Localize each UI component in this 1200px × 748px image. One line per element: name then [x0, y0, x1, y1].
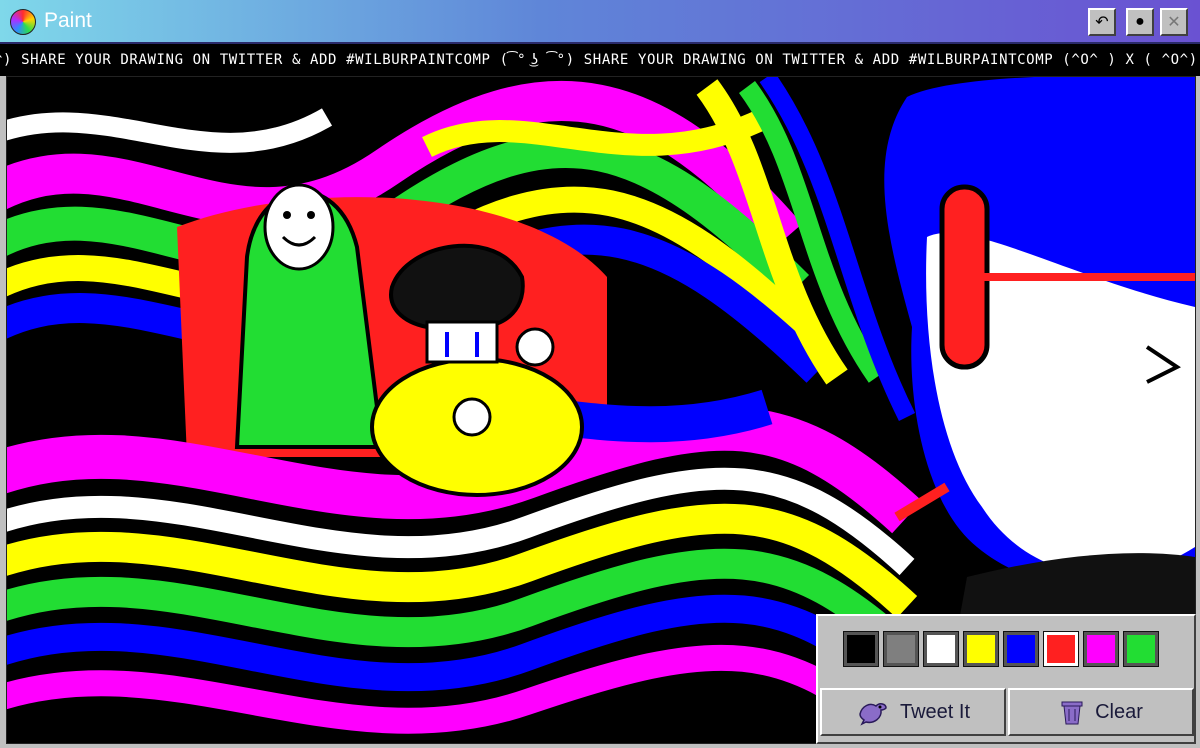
color-swatch-row: [843, 631, 1159, 667]
swatch-white[interactable]: [923, 631, 959, 667]
close-button[interactable]: ✕: [1160, 8, 1188, 36]
window-title: Paint: [44, 9, 92, 32]
swatch-blue[interactable]: [1003, 631, 1039, 667]
color-wheel-icon: [10, 9, 36, 35]
close-icon: ✕: [1167, 14, 1181, 31]
undo-button[interactable]: ↶: [1088, 8, 1116, 36]
swatch-red[interactable]: [1043, 631, 1079, 667]
swatch-magenta[interactable]: [1083, 631, 1119, 667]
tweet-it-label: Tweet It: [899, 700, 971, 723]
clear-label: Clear: [1095, 700, 1143, 723]
clear-button[interactable]: Clear: [1008, 688, 1194, 736]
brush-size-button[interactable]: ●: [1126, 8, 1154, 36]
swatch-yellow[interactable]: [963, 631, 999, 667]
swatch-black[interactable]: [843, 631, 879, 667]
paint-window: Paint ↶ ● ✕ ^) SHARE YOUR DRAWING ON TWI…: [0, 0, 1200, 748]
palette-panel: Tweet It Clear: [816, 614, 1196, 744]
brush-dot-icon: ●: [1135, 13, 1145, 30]
bird-icon: [859, 703, 887, 726]
title-bar[interactable]: Paint ↶ ● ✕: [0, 0, 1200, 44]
undo-icon: ↶: [1095, 14, 1109, 31]
trash-can-icon: [1061, 701, 1083, 725]
swatch-green[interactable]: [1123, 631, 1159, 667]
swatch-gray[interactable]: [883, 631, 919, 667]
marquee-ticker: ^) SHARE YOUR DRAWING ON TWITTER & ADD #…: [0, 44, 1200, 76]
ticker-text: ^) SHARE YOUR DRAWING ON TWITTER & ADD #…: [0, 52, 1200, 68]
tweet-it-button[interactable]: Tweet It: [820, 688, 1006, 736]
